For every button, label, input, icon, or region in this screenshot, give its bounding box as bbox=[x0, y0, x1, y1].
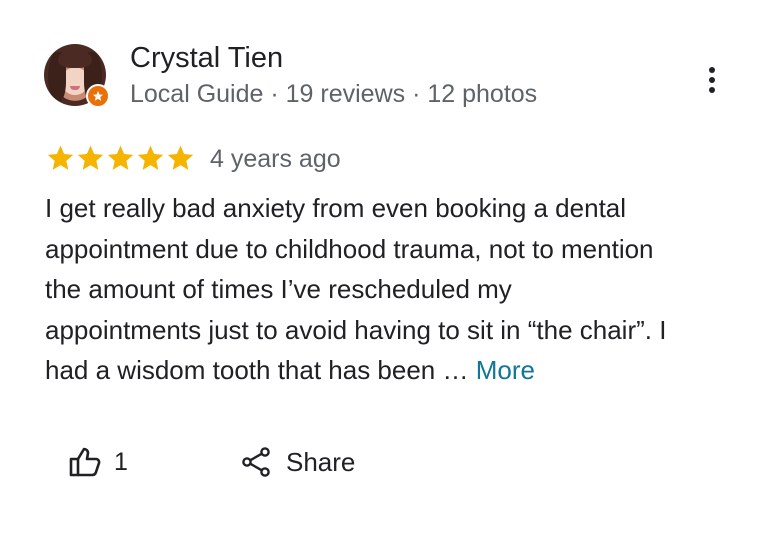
more-vert-icon bbox=[709, 67, 715, 93]
share-icon bbox=[242, 447, 270, 477]
review-line-last: had a wisdom tooth that has been … More bbox=[45, 350, 745, 391]
reviewer-avatar[interactable] bbox=[44, 44, 110, 108]
star-icon bbox=[136, 143, 165, 173]
thumb-up-icon bbox=[69, 447, 101, 477]
review-line: the amount of times I’ve rescheduled my bbox=[45, 274, 512, 304]
review-time: 4 years ago bbox=[210, 145, 341, 173]
review-line: appointments just to avoid having to sit… bbox=[45, 314, 667, 345]
share-label: Share bbox=[286, 446, 356, 477]
reviewer-name[interactable]: Crystal Tien bbox=[130, 40, 283, 76]
like-count: 1 bbox=[114, 447, 128, 476]
local-guide-star-icon bbox=[86, 84, 110, 108]
share-button[interactable]: Share bbox=[240, 442, 355, 482]
star-icon bbox=[106, 143, 135, 173]
more-link[interactable]: More bbox=[476, 355, 535, 385]
reviewer-meta[interactable]: Local Guide · 19 reviews · 12 photos bbox=[130, 78, 537, 110]
review-line: appointment due to childhood trauma, not… bbox=[45, 233, 654, 264]
like-button[interactable]: 1 bbox=[68, 442, 128, 482]
review-line: had a wisdom tooth that has been … bbox=[45, 355, 476, 385]
review-line: I get really bad anxiety from even booki… bbox=[45, 193, 627, 223]
star-icon bbox=[166, 143, 195, 173]
review-card: Crystal Tien Local Guide · 19 reviews · … bbox=[0, 0, 768, 533]
review-text: I get really bad anxiety from even booki… bbox=[45, 188, 745, 391]
more-options-button[interactable] bbox=[698, 62, 726, 98]
star-rating bbox=[46, 143, 195, 173]
star-icon bbox=[76, 143, 105, 173]
star-icon bbox=[46, 143, 75, 173]
